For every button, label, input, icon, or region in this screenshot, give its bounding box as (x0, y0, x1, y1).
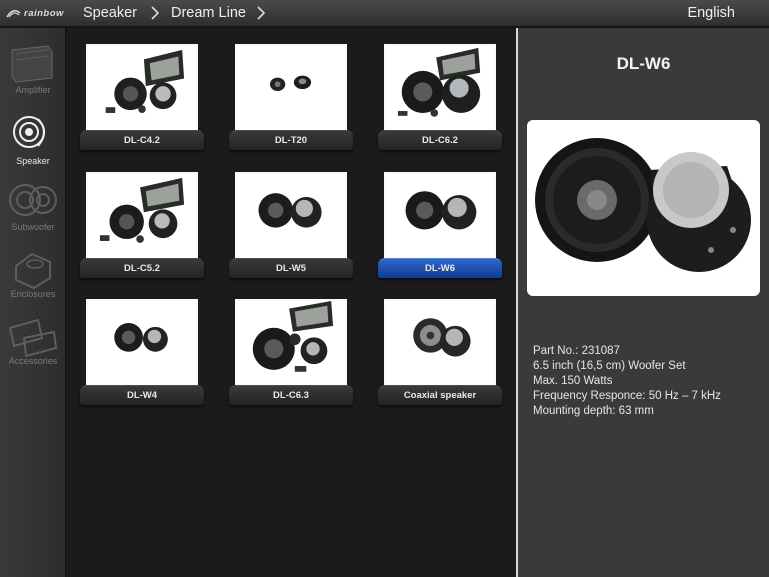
product-image (384, 44, 496, 136)
product-title: DL-W6 (616, 54, 671, 73)
language-selector[interactable]: English (687, 5, 735, 21)
spec-size: 6.5 inch (16,5 cm) Woofer Set (533, 360, 686, 372)
sidebar-item-amplifier[interactable]: Amplifier (0, 42, 66, 108)
product-detail-panel: DL-W6 Part No.: 231087 6.5 inch (16,5 cm… (516, 28, 769, 577)
product-label: DL-W4 (126, 390, 158, 401)
product-tile-dl-c6-2[interactable]: DL-C6.2 (378, 44, 502, 152)
product-image (384, 172, 496, 264)
product-detail-image (527, 120, 760, 296)
product-grid: DL-C4.2 DL-T20 DL-C6.2 DL-C5.2 DL-W5 DL-… (67, 28, 515, 577)
speaker-icon (13, 116, 45, 148)
product-tile-dl-c6-3[interactable]: DL-C6.3 (229, 299, 353, 407)
product-tile-dl-c5-2[interactable]: DL-C5.2 (80, 172, 204, 280)
breadcrumb-speaker[interactable]: Speaker (83, 5, 137, 21)
product-image (86, 299, 198, 391)
product-image (86, 172, 198, 264)
product-label: Coaxial speaker (403, 390, 477, 401)
subwoofer-icon (9, 184, 57, 216)
sidebar-item-subwoofer[interactable]: Subwoofer (0, 180, 66, 246)
sidebar-item-enclosures[interactable]: Enclosures (0, 246, 66, 312)
spec-part-number: Part No.: 231087 (533, 345, 620, 357)
rainbow-logo-icon (6, 10, 21, 18)
spec-frequency: Frequency Responce: 50 Hz – 7 kHz (533, 390, 721, 402)
product-image (235, 299, 347, 391)
product-specs: Part No.: 231087 6.5 inch (16,5 cm) Woof… (533, 344, 763, 419)
spec-mounting-depth: Mounting depth: 63 mm (533, 405, 654, 417)
logo-text: rainbow (24, 8, 64, 19)
product-label: DL-W6 (424, 263, 456, 274)
product-tile-dl-w4[interactable]: DL-W4 (80, 299, 204, 407)
chevron-right-icon (151, 6, 160, 20)
product-label: DL-C6.3 (273, 390, 309, 401)
product-tile-coaxial-speaker[interactable]: Coaxial speaker (378, 299, 502, 407)
product-label: DL-W5 (275, 263, 307, 274)
product-tile-dl-w6[interactable]: DL-W6 (378, 172, 502, 280)
accessories-icon (8, 318, 58, 358)
amplifier-icon (11, 45, 53, 83)
product-image (86, 44, 198, 136)
breadcrumb-dream-line[interactable]: Dream Line (171, 5, 246, 21)
sidebar-item-label: Amplifier (15, 85, 51, 95)
sidebar-item-label: Speaker (16, 156, 50, 166)
product-label: DL-C6.2 (422, 135, 458, 146)
logo: rainbow (6, 7, 66, 20)
product-label: DL-T20 (274, 135, 308, 146)
product-tile-dl-w5[interactable]: DL-W5 (229, 172, 353, 280)
product-tile-dl-t20[interactable]: DL-T20 (229, 44, 353, 152)
enclosure-icon (15, 252, 51, 290)
spec-power: Max. 150 Watts (533, 375, 613, 387)
sidebar-item-speaker[interactable]: Speaker (0, 112, 66, 178)
product-label: DL-C4.2 (124, 135, 160, 146)
product-label: DL-C5.2 (124, 263, 160, 274)
product-image (235, 172, 347, 264)
top-bar: rainbow Speaker Dream Line English (0, 0, 769, 27)
sidebar-item-accessories[interactable]: Accessories (0, 314, 66, 380)
sidebar-item-label: Subwoofer (11, 222, 55, 232)
product-image (384, 299, 496, 391)
category-sidebar: Amplifier Speaker Subwoofer Enclosures A… (0, 28, 66, 577)
product-tile-dl-c4-2[interactable]: DL-C4.2 (80, 44, 204, 152)
product-image (235, 44, 347, 136)
chevron-right-icon (257, 6, 266, 20)
sidebar-item-label: Accessories (8, 356, 58, 366)
sidebar-item-label: Enclosures (10, 289, 56, 299)
